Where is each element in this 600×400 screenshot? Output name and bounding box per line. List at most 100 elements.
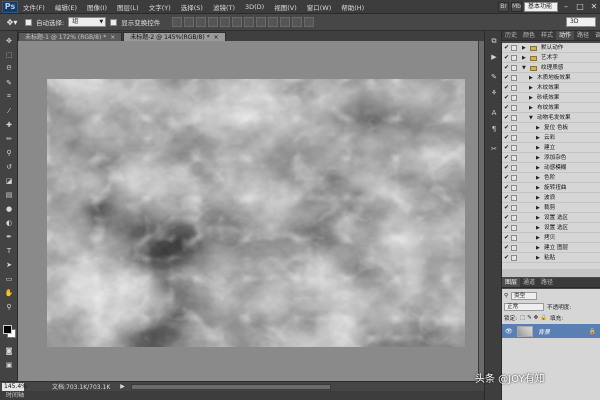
quick-select-tool-icon[interactable]: ✎: [3, 77, 15, 88]
distribute-middle-icon[interactable]: [256, 17, 267, 27]
action-row[interactable]: ✔ ▶ 默认动作: [502, 44, 600, 53]
dialog-toggle-box[interactable]: [511, 135, 517, 141]
tab-styles[interactable]: 样式: [538, 31, 556, 40]
tab-untitled-1[interactable]: 未标题-1 @ 172% (RGB/8) * ×: [18, 32, 123, 41]
auto-select-dropdown[interactable]: 组 ▼: [68, 17, 107, 27]
minimize-icon[interactable]: –: [560, 1, 572, 13]
dialog-toggle-box[interactable]: [511, 45, 517, 51]
healing-brush-tool-icon[interactable]: ✚: [3, 119, 15, 130]
collapsed-triangle-icon[interactable]: ▶: [536, 205, 540, 211]
action-enabled-check-icon[interactable]: ✔: [504, 235, 509, 241]
hand-tool-icon[interactable]: ✋: [3, 287, 15, 298]
action-row[interactable]: ✔ ▶ 波浪: [502, 194, 600, 203]
expanded-triangle-icon[interactable]: ▼: [522, 65, 526, 71]
action-row[interactable]: ✔ ▼ 动物毛发效果: [502, 114, 600, 123]
action-row[interactable]: ✔ ▶ 设置 选区: [502, 224, 600, 233]
menu-help[interactable]: 帮助(H): [336, 2, 369, 12]
collapsed-triangle-icon[interactable]: ▶: [536, 165, 540, 171]
tab-channels[interactable]: 通道: [520, 278, 538, 287]
eyedropper-tool-icon[interactable]: ⁄: [3, 105, 15, 116]
action-row[interactable]: ✔ ▶ 木质地板效果: [502, 74, 600, 83]
close-icon[interactable]: ✕: [588, 1, 600, 13]
dialog-toggle-box[interactable]: [511, 245, 517, 251]
dialog-toggle-box[interactable]: [511, 225, 517, 231]
foreground-color-swatch[interactable]: [3, 325, 12, 334]
action-enabled-check-icon[interactable]: ✔: [504, 225, 509, 231]
actions-panel-icon[interactable]: ▶: [488, 51, 500, 63]
clone-source-panel-icon[interactable]: ⚘: [488, 87, 500, 99]
pen-tool-icon[interactable]: ✒: [3, 231, 15, 242]
collapsed-triangle-icon[interactable]: ▶: [536, 185, 540, 191]
action-row[interactable]: ✔ ▶ 添加杂色: [502, 154, 600, 163]
blend-mode-select[interactable]: 正常: [504, 303, 544, 311]
collapsed-triangle-icon[interactable]: ▶: [529, 95, 533, 101]
action-enabled-check-icon[interactable]: ✔: [504, 255, 509, 261]
tab-adjustments[interactable]: 调整: [592, 31, 600, 40]
tab-history[interactable]: 历史: [502, 31, 520, 40]
action-row[interactable]: ✔ ▼ 纹理质感: [502, 64, 600, 73]
action-enabled-check-icon[interactable]: ✔: [504, 205, 509, 211]
dialog-toggle-box[interactable]: [511, 255, 517, 261]
align-left-icon[interactable]: [208, 17, 219, 27]
action-row[interactable]: ✔ ▶ 动感模糊: [502, 164, 600, 173]
marquee-tool-icon[interactable]: ⬚: [3, 49, 15, 60]
type-tool-icon[interactable]: T: [3, 245, 15, 256]
action-enabled-check-icon[interactable]: ✔: [504, 175, 509, 181]
dialog-toggle-box[interactable]: [511, 65, 517, 71]
dodge-tool-icon[interactable]: ◐: [3, 217, 15, 228]
dialog-toggle-box[interactable]: [511, 125, 517, 131]
distribute-left-icon[interactable]: [280, 17, 291, 27]
tab-untitled-2[interactable]: 未标题-2 @ 145%(RGB/8) * ×: [123, 32, 226, 41]
workspace-mode-select[interactable]: 基本功能: [524, 1, 558, 12]
collapsed-triangle-icon[interactable]: ▶: [536, 245, 540, 251]
quick-mask-icon[interactable]: ◙: [3, 345, 15, 356]
eraser-tool-icon[interactable]: ◪: [3, 175, 15, 186]
timeline-panel-tab[interactable]: 时间轴: [0, 391, 484, 400]
3d-mode-select[interactable]: 3D: [566, 17, 596, 27]
distribute-right-icon[interactable]: [304, 17, 315, 27]
dialog-toggle-box[interactable]: [511, 215, 517, 221]
menu-view[interactable]: 视图(V): [269, 2, 302, 12]
bridge-icon[interactable]: Br: [498, 1, 509, 12]
collapsed-triangle-icon[interactable]: ▶: [536, 145, 540, 151]
action-row[interactable]: ✔ ▶ 设置 选区: [502, 214, 600, 223]
screen-mode-icon[interactable]: ▣: [3, 359, 15, 370]
collapsed-triangle-icon[interactable]: ▶: [522, 45, 526, 51]
action-row[interactable]: ✔ ▶ 复位 色板: [502, 124, 600, 133]
action-row[interactable]: ✔ ▶ 粘贴: [502, 254, 600, 263]
collapsed-triangle-icon[interactable]: ▶: [536, 125, 540, 131]
crop-tool-icon[interactable]: ⌗: [3, 91, 15, 102]
action-row[interactable]: ✔ ▶ 艺术字: [502, 54, 600, 63]
paragraph-panel-icon[interactable]: ¶: [488, 123, 500, 135]
collapsed-triangle-icon[interactable]: ▶: [529, 85, 533, 91]
collapsed-triangle-icon[interactable]: ▶: [529, 75, 533, 81]
action-enabled-check-icon[interactable]: ✔: [504, 95, 509, 101]
dialog-toggle-box[interactable]: [511, 235, 517, 241]
align-top-icon[interactable]: [172, 17, 183, 27]
tool-presets-panel-icon[interactable]: ✂: [488, 143, 500, 155]
align-bottom-icon[interactable]: [196, 17, 207, 27]
action-row[interactable]: ✔ ▶ 云彩: [502, 134, 600, 143]
show-transform-checkbox[interactable]: [110, 18, 118, 26]
menu-layer[interactable]: 图层(L): [112, 2, 144, 12]
dialog-toggle-box[interactable]: [511, 155, 517, 161]
menu-type[interactable]: 文字(Y): [144, 2, 176, 12]
blur-tool-icon[interactable]: ●: [3, 203, 15, 214]
lasso-tool-icon[interactable]: ᘓ: [3, 63, 15, 74]
collapsed-triangle-icon[interactable]: ▶: [536, 175, 540, 181]
action-enabled-check-icon[interactable]: ✔: [504, 135, 509, 141]
action-enabled-check-icon[interactable]: ✔: [504, 165, 509, 171]
dialog-toggle-box[interactable]: [511, 95, 517, 101]
action-row[interactable]: ✔ ▶ 色阶: [502, 174, 600, 183]
tab-actions[interactable]: 动作: [556, 31, 575, 40]
action-enabled-check-icon[interactable]: ✔: [504, 75, 509, 81]
dialog-toggle-box[interactable]: [511, 195, 517, 201]
gradient-tool-icon[interactable]: ▤: [3, 189, 15, 200]
collapsed-triangle-icon[interactable]: ▶: [536, 255, 540, 261]
collapsed-triangle-icon[interactable]: ▶: [536, 225, 540, 231]
menu-image[interactable]: 图像(I): [82, 2, 112, 12]
dialog-toggle-box[interactable]: [511, 105, 517, 111]
dialog-toggle-box[interactable]: [511, 185, 517, 191]
menu-select[interactable]: 选择(S): [176, 2, 208, 12]
shape-tool-icon[interactable]: ▭: [3, 273, 15, 284]
